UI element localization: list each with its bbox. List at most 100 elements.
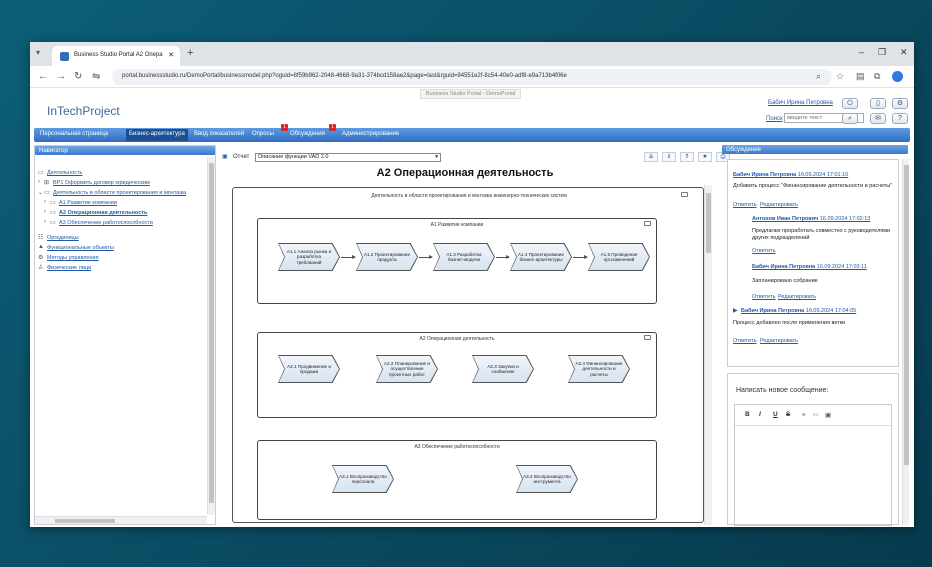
- menu-business-architecture[interactable]: Бизнес-архитектура: [126, 129, 188, 141]
- menu-indicators[interactable]: Ввод показателей: [194, 131, 244, 137]
- reply-link[interactable]: Ответить: [752, 294, 776, 300]
- function-a3-2[interactable]: А3.2 Воспроизводство инструмента: [516, 465, 578, 493]
- minimize-icon[interactable]: –: [859, 47, 864, 57]
- bold-button[interactable]: B: [745, 411, 750, 418]
- nav-item-a2[interactable]: А2 Операционная деятельность: [59, 210, 147, 216]
- edit-link[interactable]: Редактировать: [760, 338, 798, 344]
- nav-item-design-activity[interactable]: Деятельность в области проектирования и …: [53, 190, 186, 196]
- edit-link[interactable]: Редактировать: [778, 294, 816, 300]
- report-select[interactable]: Описание функции VAD 2.0 ▾: [255, 153, 441, 162]
- reply-link[interactable]: Ответить: [733, 338, 757, 344]
- decomposition-icon[interactable]: [644, 335, 651, 340]
- reading-list-icon[interactable]: ▤: [856, 71, 865, 82]
- function-a1-5[interactable]: А1.5 Проведение орг.изменений: [588, 243, 650, 271]
- scroll-thumb[interactable]: [209, 163, 214, 503]
- close-window-icon[interactable]: ✕: [900, 47, 908, 58]
- new-tab-icon[interactable]: +: [187, 47, 193, 59]
- phone-icon[interactable]: ▯: [870, 98, 886, 109]
- forward-icon[interactable]: →: [56, 71, 66, 82]
- document-icon: ▣: [222, 154, 228, 160]
- zoom-icon[interactable]: ⌕: [816, 71, 821, 82]
- function-a1-4[interactable]: А1.4 Проектирование бизнес-архитектуры: [510, 243, 572, 271]
- navigator-hscrollbar[interactable]: [35, 516, 207, 524]
- site-info-icon[interactable]: ⇋: [92, 71, 100, 82]
- chevron-right-icon[interactable]: ›: [44, 209, 46, 215]
- menu-personal-page[interactable]: Персональная страница: [40, 131, 108, 137]
- lane-a2[interactable]: А2 Операционная деятельность А2.1 Продви…: [257, 332, 657, 418]
- function-a1-1[interactable]: А1.1 Анализ рынка и разработка требовани…: [278, 243, 340, 271]
- hscroll-thumb[interactable]: [55, 519, 115, 523]
- star-icon[interactable]: ☆: [836, 71, 844, 82]
- function-a2-3[interactable]: А2.3 Закупки и снабжение: [472, 355, 534, 383]
- profile-icon[interactable]: [892, 71, 903, 82]
- upload-icon[interactable]: ⇑: [680, 152, 694, 162]
- function-a2-1[interactable]: А2.1 Продвижение и продажи: [278, 355, 340, 383]
- function-a2-2[interactable]: А2.2 Планирование и осуществление проект…: [376, 355, 438, 383]
- edit-link[interactable]: Редактировать: [760, 202, 798, 208]
- nav-item-methods[interactable]: Методы управления: [47, 255, 99, 261]
- nav-item-bp1[interactable]: ВР1 Оформить договор юридическим: [53, 180, 150, 186]
- url-field[interactable]: portal.businessstudio.ru/DemoPortal/busi…: [112, 69, 832, 85]
- chevron-right-icon[interactable]: ›: [44, 199, 46, 205]
- folder-icon: ▭: [44, 190, 50, 196]
- close-tab-icon[interactable]: ✕: [168, 51, 174, 59]
- chat-icon[interactable]: ✉: [870, 113, 886, 124]
- scroll-thumb[interactable]: [904, 165, 909, 465]
- message-textarea[interactable]: [735, 425, 891, 527]
- menu-discussions[interactable]: Обсуждения: [290, 131, 325, 137]
- discussion-scrollbar[interactable]: [902, 159, 909, 525]
- nav-item-a3[interactable]: А3 Обеспечение работоспособности: [59, 220, 153, 226]
- link-icon[interactable]: ⚭: [801, 411, 806, 419]
- star-icon[interactable]: ★: [698, 152, 712, 162]
- decomposition-icon[interactable]: [681, 192, 688, 197]
- user-name-link[interactable]: Бабич Ирина Петровна: [768, 100, 833, 106]
- scroll-thumb[interactable]: [706, 193, 711, 253]
- italic-button[interactable]: I: [759, 411, 761, 418]
- export-icon[interactable]: ⇊: [644, 152, 658, 162]
- chevron-down-icon[interactable]: ⌄: [38, 189, 43, 196]
- unlink-icon[interactable]: ⚯: [813, 411, 818, 419]
- expand-icon[interactable]: ▶: [733, 307, 738, 314]
- power-icon[interactable]: ⏻: [842, 98, 858, 109]
- nav-item-functional-objects[interactable]: Функциональные объекты: [47, 245, 114, 251]
- decomposition-icon[interactable]: [644, 221, 651, 226]
- comment-author[interactable]: Бабич Ирина Петровна 16.09.2024 17:01:10: [733, 172, 848, 178]
- menu-surveys[interactable]: Опросы: [252, 131, 274, 137]
- extensions-icon[interactable]: ⧉: [874, 71, 880, 82]
- lane-a1[interactable]: А1 Развитие компании А1.1 Анализ рынка и…: [257, 218, 657, 304]
- report-label: Отчет: [233, 154, 250, 160]
- search-icon[interactable]: ⌕: [842, 113, 858, 124]
- lane-a3[interactable]: А3 Обеспечение работоспособности А3.1 Во…: [257, 440, 657, 520]
- function-a1-3[interactable]: А1.3 Разработка бизнес-модели: [433, 243, 495, 271]
- comment-author[interactable]: Бабич Ирина Петровна 16.09.2024 17:04:05: [741, 308, 856, 314]
- nav-item-persons[interactable]: Физические лица: [47, 265, 91, 271]
- chevron-right-icon[interactable]: ›: [38, 179, 40, 185]
- search-link[interactable]: Поиск: [766, 116, 783, 122]
- function-a3-1[interactable]: А3.1 Воспроизводство персонала: [332, 465, 394, 493]
- comment-author[interactable]: Бабич Ирина Петровна 16.09.2024 17:03:11: [752, 264, 867, 270]
- menu-dropdown-icon[interactable]: ▾: [36, 48, 40, 57]
- logo[interactable]: InTechProject: [47, 104, 120, 118]
- function-a1-2[interactable]: А1.2 Проектирование продукта: [356, 243, 418, 271]
- reload-icon[interactable]: ↻: [74, 71, 82, 82]
- help-icon[interactable]: ?: [892, 113, 908, 124]
- browser-tab[interactable]: Business Studio Portal A2 Опера ✕: [52, 46, 180, 66]
- function-a2-4[interactable]: А2.4 Финансирование деятельности и расче…: [568, 355, 630, 383]
- menu-administration[interactable]: Администрирование: [342, 131, 399, 137]
- strike-button[interactable]: S: [786, 411, 790, 418]
- image-icon[interactable]: ▣: [825, 411, 831, 419]
- nav-item-a1[interactable]: А1 Развитие компании: [59, 200, 117, 206]
- download-icon[interactable]: ⇓: [662, 152, 676, 162]
- diagram-scrollbar[interactable]: [704, 185, 712, 525]
- comment-author[interactable]: Антонов Иван Петрович 16.09.2024 17:02:1…: [752, 216, 870, 222]
- nav-item-org-units[interactable]: Оргединицы: [47, 235, 79, 241]
- maximize-icon[interactable]: ❐: [878, 47, 886, 58]
- chevron-right-icon[interactable]: ›: [44, 219, 46, 225]
- back-icon[interactable]: ←: [38, 71, 48, 82]
- nav-item-activity[interactable]: Деятельность: [47, 170, 82, 176]
- reply-link[interactable]: Ответить: [733, 202, 757, 208]
- navigator-scrollbar[interactable]: [207, 157, 215, 515]
- settings-icon[interactable]: ⚙: [892, 98, 908, 109]
- underline-button[interactable]: U: [773, 411, 778, 418]
- reply-link[interactable]: Ответить: [752, 248, 776, 254]
